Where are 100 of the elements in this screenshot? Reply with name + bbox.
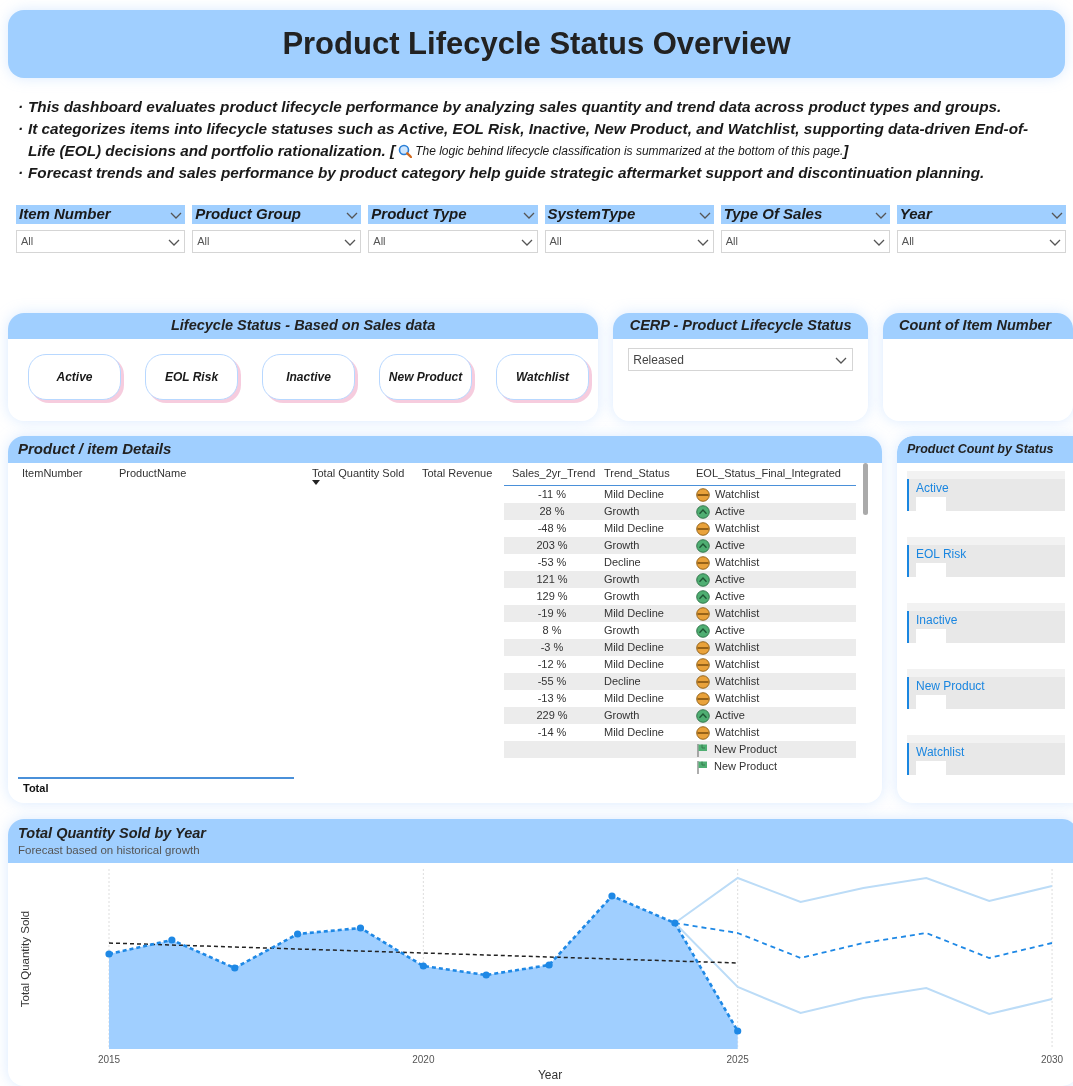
description-text: Life (EOL) decisions and portfolio rationalization. [ [28, 141, 396, 161]
data-point [482, 971, 490, 979]
column-header[interactable]: Total Revenue [422, 467, 493, 479]
table-row[interactable]: 229 % Growth Active [504, 707, 856, 724]
filter-header[interactable]: Year [896, 205, 1066, 224]
table-cell-text: Watchlist [715, 674, 760, 690]
status-button[interactable]: Inactive [262, 354, 355, 400]
table-cell-text: Mild Decline [604, 725, 664, 741]
column-header[interactable]: EOL_Status_Final_Integrated [696, 467, 841, 479]
table-cell-text: Watchlist [715, 521, 760, 537]
table-cell-text: Watchlist [715, 691, 760, 707]
card-title: Lifecycle Status - Based on Sales data [170, 316, 436, 336]
bracket-text: ] [843, 141, 849, 161]
data-point [231, 964, 239, 972]
filter-dropdown[interactable]: All [720, 230, 890, 253]
table-cell-text: -55 % [537, 674, 567, 690]
scrollbar-thumb[interactable] [863, 463, 868, 515]
neutral-circle-icon [696, 555, 710, 570]
neutral-circle-icon [696, 691, 710, 706]
table-cell-text: -3 % [540, 640, 564, 656]
table-cell-text: Mild Decline [604, 606, 664, 622]
data-point [545, 961, 553, 969]
table-row[interactable]: -3 % Mild Decline Watchlist [504, 639, 856, 656]
table-cell-text: New Product [714, 742, 777, 758]
table-row[interactable]: New Product [504, 741, 856, 758]
table-cell-text: Mild Decline [604, 657, 664, 673]
table-cell-text: Watchlist [715, 606, 760, 622]
description-text: This dashboard evaluates product lifecycle performance by analyzing sales quantity and trend data across product types and groups. [28, 97, 1002, 117]
data-point [168, 936, 176, 944]
chart-subtitle: Forecast based on historical growth [18, 843, 201, 858]
filter-dropdown[interactable]: All [544, 230, 714, 253]
table-cell-text: New Product [714, 759, 777, 775]
filter-header[interactable]: Type Of Sales [720, 205, 890, 224]
card-title: Count of Item Number [899, 316, 1052, 336]
filter-header[interactable]: Product Group [192, 205, 362, 224]
table-cell-text: -48 % [537, 521, 567, 537]
bullet-marker: · [18, 119, 25, 139]
table-cell-text: 121 % [536, 572, 568, 588]
column-header[interactable]: ItemNumber [22, 467, 83, 479]
table-cell-text: Active [715, 589, 745, 605]
neutral-circle-icon [696, 674, 710, 689]
table-cell-text: Growth [604, 708, 640, 724]
table-row[interactable]: -55 % Decline Watchlist [504, 673, 856, 690]
flag-icon [696, 742, 709, 757]
card-title: CERP - Product Lifecycle Status [629, 316, 852, 336]
bullet-marker: · [18, 163, 25, 183]
total-label: Total [23, 782, 49, 794]
up-chevron-circle-icon [696, 589, 710, 604]
note-text: The logic behind lifecycle classification is summarized at the bottom of this page. [415, 143, 844, 158]
column-header[interactable]: Trend_Status [604, 467, 670, 479]
table-cell-text: -13 % [537, 691, 567, 707]
table-cell-text: Growth [604, 589, 640, 605]
filter-header[interactable]: Item Number [16, 205, 186, 224]
up-chevron-circle-icon [696, 504, 710, 519]
status-button[interactable]: Active [28, 354, 121, 400]
table-cell-text: Active [715, 708, 745, 724]
status-button[interactable]: New Product [379, 354, 472, 400]
chart-title: Total Quantity Sold by Year [18, 824, 208, 842]
status-label: New Product [916, 678, 985, 694]
table-cell-text: -53 % [537, 555, 567, 571]
table-cell-text: Mild Decline [604, 691, 664, 707]
neutral-circle-icon [696, 487, 710, 502]
status-button[interactable]: EOL Risk [145, 354, 238, 400]
status-button[interactable]: Watchlist [496, 354, 589, 400]
neutral-circle-icon [696, 725, 710, 740]
table-row[interactable]: 121 % Growth Active [504, 571, 856, 588]
up-chevron-circle-icon [696, 538, 710, 553]
card-title: Product / item Details [18, 439, 172, 460]
status-dropdown[interactable]: Released [628, 348, 853, 371]
table-row[interactable]: 203 % Growth Active [504, 537, 856, 554]
table-cell-text: 8 % [542, 623, 562, 639]
filter-dropdown[interactable]: All [16, 230, 186, 253]
filter-dropdown[interactable]: All [192, 230, 362, 253]
filter-dropdown[interactable]: All [896, 230, 1066, 253]
table-cell-text: Growth [604, 538, 640, 554]
neutral-circle-icon [696, 640, 710, 655]
table-cell-text: Mild Decline [604, 487, 664, 503]
filter-dropdown[interactable]: All [368, 230, 538, 253]
table-cell-text: -14 % [537, 725, 567, 741]
filter-header[interactable]: SystemType [544, 205, 714, 224]
filter-header[interactable]: Product Type [368, 205, 538, 224]
column-header[interactable]: Total Quantity Sold [312, 467, 405, 479]
table-cell-text: Decline [604, 555, 641, 571]
neutral-circle-icon [696, 606, 710, 621]
table-row[interactable]: -19 % Mild Decline Watchlist [504, 605, 856, 622]
description-text: It categorizes items into lifecycle statuses such as Active, EOL Risk, Inactive, New Product, and Watchlist, supporting data-driven End-of- [28, 119, 1029, 139]
table-cell-text: Active [715, 538, 745, 554]
page-title: Product Lifecycle Status Overview [282, 24, 791, 63]
table-row[interactable]: 28 % Growth Active [504, 503, 856, 520]
up-chevron-circle-icon [696, 623, 710, 638]
column-header[interactable]: ProductName [119, 467, 187, 479]
table-cell-text: -12 % [537, 657, 567, 673]
data-point [608, 892, 616, 900]
data-point [734, 1027, 742, 1035]
magnifier-icon [398, 144, 413, 158]
column-header[interactable]: Sales_2yr_Trend [512, 467, 596, 479]
table-cell-text: 203 % [536, 538, 568, 554]
table-cell-text: Mild Decline [604, 521, 664, 537]
table-cell-text: Watchlist [715, 555, 760, 571]
status-label: Active [916, 480, 949, 496]
